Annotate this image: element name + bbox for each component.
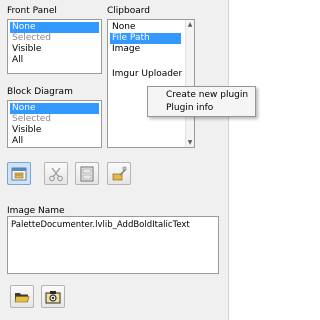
- paint-button[interactable]: [107, 162, 131, 185]
- front-panel-label: Front Panel: [7, 6, 57, 16]
- block-diagram-listbox[interactable]: None Selected Visible All: [7, 100, 102, 148]
- block-diagram-item-none[interactable]: None: [10, 103, 99, 114]
- block-diagram-item-visible[interactable]: Visible: [10, 125, 41, 136]
- menu-item-plugin-info[interactable]: Plugin info: [166, 102, 213, 114]
- paint-bucket-icon: [112, 166, 127, 181]
- front-panel-item-selected[interactable]: Selected: [10, 33, 51, 44]
- clipboard-item-image[interactable]: Image: [110, 44, 140, 55]
- scroll-up-arrow-icon[interactable]: ▲: [186, 20, 194, 29]
- front-panel-item-none[interactable]: None: [10, 22, 99, 33]
- block-diagram-label: Block Diagram: [7, 87, 73, 97]
- screenshot-button[interactable]: [7, 162, 31, 185]
- scroll-down-arrow-icon[interactable]: ▼: [186, 138, 194, 147]
- document-area: [229, 0, 262, 320]
- clipboard-scrollbar[interactable]: ▲ ▼: [185, 20, 194, 147]
- camera-icon: [45, 291, 61, 304]
- clipboard-label: Clipboard: [107, 6, 150, 16]
- screenshot-icon: [11, 167, 27, 181]
- clipboard-icon: [80, 166, 94, 182]
- block-diagram-item-selected[interactable]: Selected: [10, 114, 51, 125]
- clipboard-item-file-path[interactable]: File Path: [110, 33, 181, 44]
- image-name-value: PaletteDocumenter.lvlib_AddBoldItalicTex…: [11, 220, 190, 230]
- open-folder-icon: [14, 293, 30, 303]
- context-menu: Create new plugin Plugin info: [147, 86, 256, 117]
- clipboard-button[interactable]: [75, 162, 99, 185]
- front-panel-item-visible[interactable]: Visible: [10, 44, 41, 55]
- block-diagram-item-all[interactable]: All: [10, 136, 23, 147]
- camera-button[interactable]: [41, 285, 65, 308]
- cut-button[interactable]: [44, 162, 68, 185]
- clipboard-item-imgur-uploader[interactable]: Imgur Uploader: [110, 69, 182, 80]
- image-name-field[interactable]: PaletteDocumenter.lvlib_AddBoldItalicTex…: [7, 216, 219, 274]
- plugin-panel: Front Panel None Selected Visible All Bl…: [0, 0, 229, 320]
- front-panel-item-all[interactable]: All: [10, 55, 23, 66]
- open-folder-button[interactable]: [10, 285, 34, 308]
- scissors-icon: [49, 167, 63, 182]
- front-panel-listbox[interactable]: None Selected Visible All: [7, 19, 102, 74]
- clipboard-listbox[interactable]: None File Path Image Imgur Uploader ▲ ▼: [107, 19, 195, 148]
- menu-item-create-new-plugin[interactable]: Create new plugin: [166, 89, 248, 101]
- clipboard-item-none[interactable]: None: [110, 22, 135, 33]
